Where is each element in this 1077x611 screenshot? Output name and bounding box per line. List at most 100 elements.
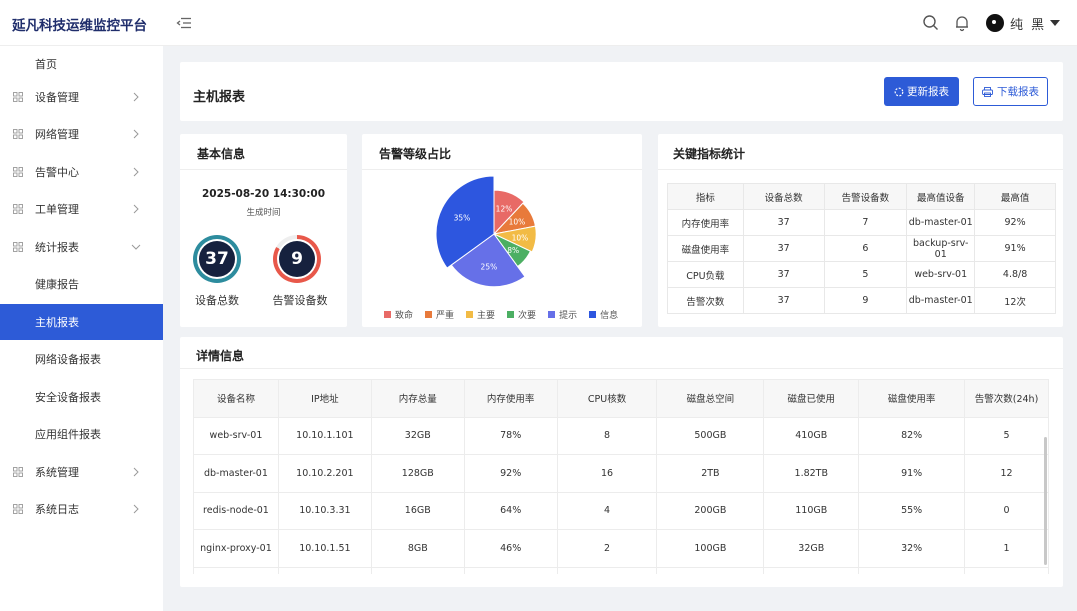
grid-icon — [13, 504, 23, 514]
grid-icon — [13, 204, 23, 214]
total-devices-ring: 37 — [193, 235, 241, 283]
brand-title: 延凡科技运维监控平台 — [12, 18, 147, 34]
legend-swatch — [384, 311, 391, 318]
bell-icon[interactable] — [953, 14, 971, 32]
column-header: 设备总数 — [742, 183, 825, 210]
sidebar-item-device-mgmt[interactable]: 设备管理 — [0, 79, 163, 115]
column-header: 最高值 — [974, 183, 1056, 210]
table-cell: 32GB — [370, 416, 465, 455]
legend-item[interactable]: 提示 — [548, 308, 577, 321]
table-header-row: 指标 设备总数 告警设备数 最高值设备 最高值 — [667, 183, 1056, 210]
sidebar-item-label: 应用组件报表 — [35, 428, 101, 441]
table-cell: 55% — [858, 491, 966, 530]
detail-table: 设备名称 IP地址 内存总量 内存使用率 CPU核数 磁盘总空间 磁盘已使用 磁… — [193, 379, 1049, 574]
sidebar-item-home[interactable]: 首页 — [0, 46, 163, 82]
sidebar-item-system-mgmt[interactable]: 系统管理 — [0, 454, 163, 490]
table-cell: 37 — [742, 235, 825, 262]
table-cell: 10.10.3.31 — [277, 491, 372, 530]
alert-devices-value: 9 — [279, 241, 315, 277]
pie-legend: 致命 严重 主要 次要 提示 信息 — [384, 308, 630, 321]
sidebar-item-label: 工单管理 — [35, 203, 79, 216]
table-cell: web-srv-01 — [193, 416, 279, 455]
table-cell: web-srv-01 — [906, 261, 976, 288]
kpi-card: 关键指标统计 指标 设备总数 告警设备数 最高值设备 最高值 内存使用率 37 … — [658, 134, 1063, 327]
sidebar-item-security-device-report[interactable]: 安全设备报表 — [0, 379, 163, 415]
legend-item[interactable]: 致命 — [384, 308, 413, 321]
sidebar-item-network-device-report[interactable]: 网络设备报表 — [0, 341, 163, 377]
grid-icon — [13, 167, 23, 177]
table-cell: 16GB — [370, 491, 465, 530]
sidebar-item-system-log[interactable]: 系统日志 — [0, 491, 163, 527]
sidebar-item-label: 设备管理 — [35, 91, 79, 104]
download-report-button[interactable]: 下载报表 — [973, 77, 1048, 106]
chevron-right-icon — [133, 92, 139, 102]
top-header: 延凡科技运维监控平台 纯 黑 — [0, 0, 1077, 46]
column-header: 指标 — [667, 183, 744, 210]
table-cell: 78% — [463, 416, 558, 455]
legend-item[interactable]: 主要 — [466, 308, 495, 321]
divider — [658, 169, 1063, 170]
column-header: 磁盘使用率 — [858, 379, 966, 418]
table-cell: redis-node-01 — [193, 491, 279, 530]
user-menu[interactable]: 纯 黑 — [986, 13, 1061, 33]
table-cell: 100GB — [656, 529, 765, 568]
alert-level-pie-chart: 12% 10% 10% 8% 25% 35% — [435, 175, 537, 288]
column-header: 内存使用率 — [463, 379, 558, 418]
detail-table-scroll[interactable]: 设备名称 IP地址 内存总量 内存使用率 CPU核数 磁盘总空间 磁盘已使用 磁… — [193, 379, 1049, 574]
sidebar-item-network-mgmt[interactable]: 网络管理 — [0, 116, 163, 152]
legend-item[interactable]: 信息 — [589, 308, 618, 321]
printer-icon — [982, 86, 993, 97]
table-row: web-srv-01 10.10.1.101 32GB 78% 8 500GB … — [193, 416, 1049, 455]
table-row — [193, 566, 1049, 574]
table-cell: 0 — [964, 491, 1049, 530]
table-cell: 10.10.2.201 — [277, 454, 372, 493]
sidebar-item-label: 主机报表 — [35, 316, 79, 329]
column-header: 内存总量 — [370, 379, 465, 418]
chevron-right-icon — [133, 504, 139, 514]
menu-collapse-icon[interactable] — [176, 15, 192, 31]
search-icon[interactable] — [922, 14, 940, 32]
grid-icon — [13, 92, 23, 102]
table-cell: 内存使用率 — [667, 209, 744, 236]
sidebar-item-stats-reports[interactable]: 统计报表 — [0, 229, 163, 265]
refresh-report-button[interactable]: 更新报表 — [884, 77, 959, 106]
column-header: 最高值设备 — [906, 183, 976, 210]
legend-item[interactable]: 次要 — [507, 308, 536, 321]
total-devices-value: 37 — [199, 241, 235, 277]
sidebar-item-label: 系统管理 — [35, 466, 79, 479]
table-header-row: 设备名称 IP地址 内存总量 内存使用率 CPU核数 磁盘总空间 磁盘已使用 磁… — [193, 379, 1049, 418]
download-report-label: 下载报表 — [997, 86, 1039, 98]
table-scrollbar[interactable] — [1044, 437, 1047, 565]
table-cell: 128GB — [370, 454, 465, 493]
divider — [180, 169, 347, 170]
detail-title: 详情信息 — [196, 349, 245, 363]
sidebar-item-label: 系统日志 — [35, 503, 79, 516]
table-cell: 200GB — [656, 491, 765, 530]
sidebar-item-label: 安全设备报表 — [35, 391, 101, 404]
legend-item[interactable]: 严重 — [425, 308, 454, 321]
sidebar-item-workorder[interactable]: 工单管理 — [0, 191, 163, 227]
column-header: 设备名称 — [193, 379, 279, 418]
sidebar-item-health-report[interactable]: 健康报告 — [0, 266, 163, 302]
grid-icon — [13, 242, 23, 252]
table-cell: db-master-01 — [906, 209, 976, 236]
table-cell: 6 — [823, 235, 908, 262]
table-row: 告警次数 37 9 db-master-01 12次 — [667, 287, 1056, 314]
pie-slice-label: 10% — [512, 233, 529, 242]
sidebar-item-alert-center[interactable]: 告警中心 — [0, 154, 163, 190]
pie-slice-label: 35% — [454, 214, 471, 223]
legend-label: 提示 — [559, 311, 578, 321]
table-cell: nginx-proxy-01 — [193, 529, 279, 568]
loading-icon — [894, 87, 904, 96]
kpi-table: 指标 设备总数 告警设备数 最高值设备 最高值 内存使用率 37 7 db-ma… — [667, 183, 1056, 314]
sidebar-item-app-component-report[interactable]: 应用组件报表 — [0, 416, 163, 452]
divider — [180, 368, 1063, 369]
sidebar-item-label: 网络设备报表 — [35, 353, 101, 366]
table-cell: 37 — [742, 209, 825, 236]
sidebar-item-label: 网络管理 — [35, 128, 79, 141]
pie-slice-label: 12% — [496, 205, 513, 214]
sidebar-item-host-report[interactable]: 主机报表 — [0, 304, 163, 340]
table-cell: 12次 — [974, 287, 1056, 314]
table-cell: CPU负载 — [667, 261, 744, 288]
refresh-report-label: 更新报表 — [907, 86, 949, 98]
